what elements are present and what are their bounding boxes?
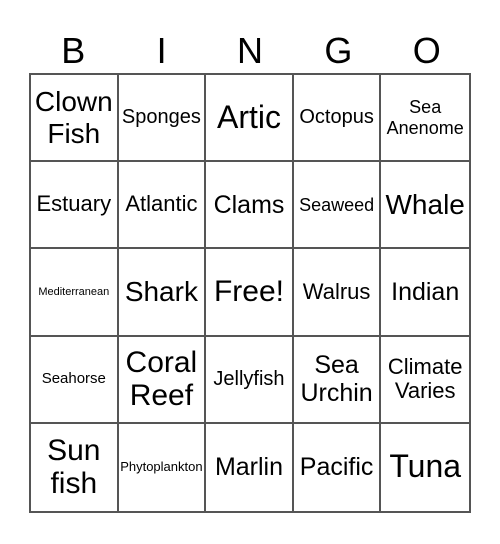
bingo-cell[interactable]: Atlantic xyxy=(118,162,207,250)
cell-label: Climate Varies xyxy=(387,353,463,404)
bingo-cell[interactable]: Estuary xyxy=(31,162,119,250)
free-space-cell[interactable]: Free! xyxy=(206,249,294,337)
bingo-cell[interactable]: Clams xyxy=(206,162,294,250)
cell-label: Marlin xyxy=(214,453,284,482)
bingo-header: B I N G O xyxy=(29,28,471,73)
cell-label: Clown Fish xyxy=(34,86,113,149)
header-letter-n: N xyxy=(236,30,263,71)
cell-label: Atlantic xyxy=(125,191,198,217)
cell-label: Walrus xyxy=(302,278,371,304)
header-letter-g: G xyxy=(324,30,353,71)
bingo-cell[interactable]: Marlin xyxy=(206,423,294,511)
cell-label: Octopus xyxy=(299,106,374,129)
bingo-cell[interactable]: Artic xyxy=(206,75,294,163)
cell-label: Coral Reef xyxy=(125,345,198,413)
bingo-cell[interactable]: Clown Fish xyxy=(31,75,119,163)
cell-label: Sun fish xyxy=(47,433,101,501)
bingo-cell[interactable]: Coral Reef xyxy=(118,336,207,424)
cell-label: Shark xyxy=(124,276,198,308)
cell-label: Sea Urchin xyxy=(300,351,373,408)
bingo-cell[interactable]: Sponges xyxy=(118,75,207,163)
bingo-cell[interactable]: Pacific xyxy=(294,423,382,511)
bingo-cell[interactable]: Whale xyxy=(381,162,469,250)
cell-label: Clams xyxy=(213,190,285,219)
free-space-label: Free! xyxy=(213,275,284,309)
cell-label: Sea Anenome xyxy=(386,97,464,138)
bingo-cell[interactable]: Octopus xyxy=(293,75,382,163)
cell-label: Seaweed xyxy=(299,194,375,215)
bingo-card: Clown Fish Sponges Artic Octopus Sea Ane… xyxy=(29,73,471,513)
cell-label: Seahorse xyxy=(41,369,106,387)
bingo-cell[interactable]: Shark xyxy=(118,249,207,337)
bingo-cell[interactable]: Sun fish xyxy=(31,423,119,511)
bingo-cell[interactable]: Sea Urchin xyxy=(293,336,382,424)
cell-label: Jellyfish xyxy=(213,368,285,390)
header-letter-i: I xyxy=(156,30,167,71)
cell-label: Indian xyxy=(391,277,460,306)
header-letter-b: B xyxy=(61,30,86,71)
bingo-cell[interactable]: Sea Anenome xyxy=(381,75,469,163)
cell-label: Phytoplankton xyxy=(120,459,203,475)
bingo-cell[interactable]: Seaweed xyxy=(293,162,382,250)
cell-label: Sponges xyxy=(121,106,201,129)
bingo-cell[interactable]: Indian xyxy=(381,249,469,337)
bingo-cell[interactable]: Walrus xyxy=(293,249,382,337)
cell-label: Whale xyxy=(385,189,465,221)
bingo-cell[interactable]: Jellyfish xyxy=(206,336,294,424)
bingo-cell[interactable]: Phytoplankton xyxy=(119,423,207,511)
cell-label: Estuary xyxy=(36,191,112,217)
header-letter-o: O xyxy=(412,30,441,71)
bingo-cell[interactable]: Mediterranean xyxy=(31,249,119,337)
cell-label: Pacific xyxy=(299,453,374,482)
bingo-cell[interactable]: Seahorse xyxy=(31,336,119,424)
cell-label: Mediterranean xyxy=(38,285,110,298)
cell-label: Tuna xyxy=(389,448,462,485)
bingo-cell[interactable]: Tuna xyxy=(381,424,469,511)
cell-label: Artic xyxy=(216,98,281,135)
bingo-cell[interactable]: Climate Varies xyxy=(381,337,469,424)
